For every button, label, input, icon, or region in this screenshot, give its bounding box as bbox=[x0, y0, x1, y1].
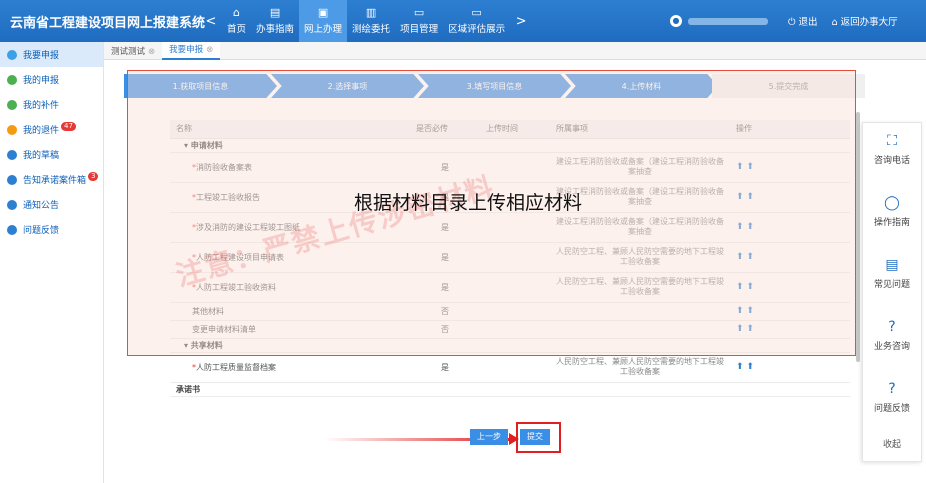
nav-item-regional[interactable]: ▭ 区域评估展示 bbox=[443, 0, 510, 42]
sidebar-item-drafts[interactable]: 我的草稿 bbox=[0, 142, 103, 167]
survey-icon: ▥ bbox=[365, 6, 377, 19]
folder-icon: ▭ bbox=[413, 6, 425, 19]
sidebar-item-commitment-box[interactable]: 告知承诺案件箱 3 bbox=[0, 167, 103, 192]
user-name-redacted bbox=[688, 17, 768, 25]
app-title: 云南省工程建设项目网上报建系统 bbox=[10, 15, 206, 31]
logout-button[interactable]: ⏻ 退出 bbox=[788, 14, 818, 28]
commitment-row: 承诺书 bbox=[170, 382, 850, 397]
prev-step-button[interactable]: 上一步 bbox=[470, 429, 508, 445]
annotation-caption: 根据材料目录上传相应材料 bbox=[354, 192, 583, 214]
sidebar: 我要申报 我的申报 我的补件 我的退件 47 我的草稿 告知承诺案件箱 3 通知… bbox=[0, 42, 104, 483]
returned-icon bbox=[7, 124, 17, 135]
main-nav: ⌂ 首页 ▤ 办事指南 ▣ 网上办理 ▥ 测绘委托 ▭ 项目管理 ▭ 区域评估展… bbox=[222, 0, 510, 42]
feedback-icon bbox=[7, 224, 17, 235]
sidebar-item-my-declare[interactable]: 我的申报 bbox=[0, 67, 103, 92]
close-icon[interactable]: ⊗ bbox=[148, 47, 155, 57]
tab-test[interactable]: 测试测试 ⊗ bbox=[104, 45, 162, 57]
float-item-consult[interactable]: ? 业务咨询 bbox=[863, 309, 921, 371]
nav-item-guide[interactable]: ▤ 办事指南 bbox=[251, 0, 299, 42]
page-tabs: 测试测试 ⊗ 我要申报 ⊗ bbox=[104, 41, 926, 60]
close-icon[interactable]: ⊗ bbox=[206, 45, 213, 55]
sidebar-item-supplement[interactable]: 我的补件 bbox=[0, 92, 103, 117]
user-icon: ● bbox=[670, 15, 682, 27]
sidebar-item-notices[interactable]: 通知公告 bbox=[0, 192, 103, 217]
returned-count-badge: 47 bbox=[61, 122, 76, 131]
help-float-panel: ⛶ 咨询电话 ◯ 操作指南 ▤ 常见问题 ? 业务咨询 ? 问题反馈 收起 bbox=[862, 122, 922, 462]
question-icon: ? bbox=[888, 319, 896, 335]
folder-icon: ▭ bbox=[471, 6, 482, 19]
tab-declare[interactable]: 我要申报 ⊗ bbox=[162, 41, 221, 60]
phone-frame-icon: ⛶ bbox=[887, 133, 897, 149]
commitment-count-badge: 3 bbox=[88, 172, 99, 181]
question-icon: ? bbox=[888, 381, 896, 397]
submit-highlight-box bbox=[516, 422, 561, 453]
nav-item-project[interactable]: ▭ 项目管理 bbox=[395, 0, 443, 42]
user-area: ● ⏻ 退出 ⌂ 返回办事大厅 bbox=[670, 0, 912, 42]
ring-icon: ◯ bbox=[884, 195, 900, 211]
supplement-icon bbox=[7, 99, 17, 110]
float-item-phone[interactable]: ⛶ 咨询电话 bbox=[863, 123, 921, 185]
sidebar-item-declare[interactable]: 我要申报 bbox=[0, 42, 103, 67]
nav-left-arrow[interactable]: < bbox=[200, 14, 222, 29]
document-icon: ▤ bbox=[885, 257, 899, 273]
scrollbar[interactable] bbox=[856, 112, 860, 362]
float-item-faq[interactable]: ▤ 常见问题 bbox=[863, 247, 921, 309]
guide-icon: ▤ bbox=[269, 6, 281, 19]
monitor-icon: ▣ bbox=[317, 6, 329, 19]
nav-item-online[interactable]: ▣ 网上办理 bbox=[299, 0, 348, 42]
nav-item-survey[interactable]: ▥ 测绘委托 bbox=[347, 0, 395, 42]
upload-icon[interactable]: ⬆ ⬆ bbox=[730, 352, 850, 383]
home-icon: ⌂ bbox=[233, 6, 240, 19]
nav-item-home[interactable]: ⌂ 首页 bbox=[222, 0, 251, 42]
top-bar: 云南省工程建设项目网上报建系统 < ⌂ 首页 ▤ 办事指南 ▣ 网上办理 ▥ 测… bbox=[0, 0, 926, 42]
notice-icon bbox=[7, 199, 17, 210]
back-to-hall-button[interactable]: ⌂ 返回办事大厅 bbox=[832, 14, 898, 28]
float-item-guide[interactable]: ◯ 操作指南 bbox=[863, 185, 921, 247]
list-icon bbox=[7, 74, 17, 85]
sidebar-item-feedback[interactable]: 问题反馈 bbox=[0, 217, 103, 242]
draft-icon bbox=[7, 149, 17, 160]
collapse-button[interactable]: 收起 bbox=[863, 437, 921, 450]
declare-icon bbox=[7, 49, 17, 60]
box-icon bbox=[7, 174, 17, 185]
nav-right-arrow[interactable]: > bbox=[510, 14, 532, 29]
table-row: *人防工程质量监督档案 是 人民防空工程、兼顾人民防空需要的地下工程竣工验收备案… bbox=[170, 352, 850, 383]
float-item-feedback[interactable]: ? 问题反馈 bbox=[863, 371, 921, 433]
sidebar-item-returned[interactable]: 我的退件 47 bbox=[0, 117, 103, 142]
